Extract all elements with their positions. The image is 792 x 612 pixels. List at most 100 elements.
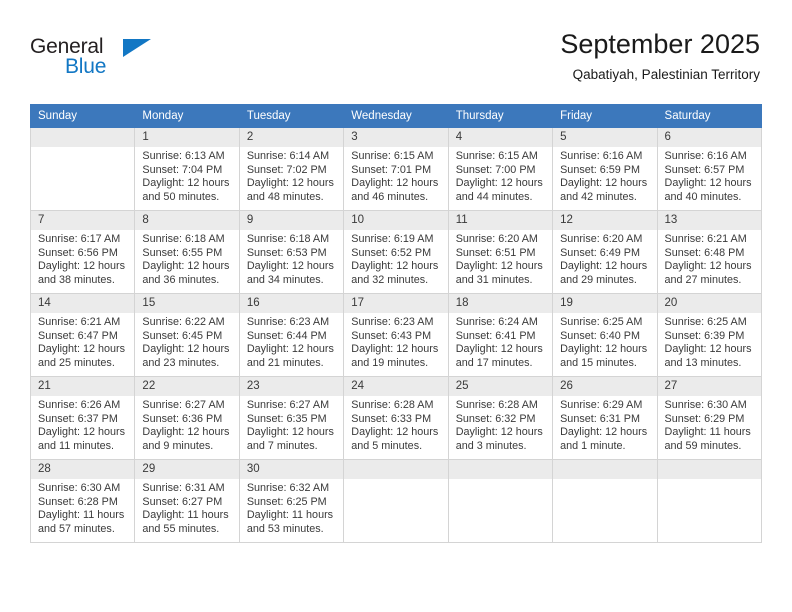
day-number: 24	[344, 377, 448, 396]
calendar-day-cell[interactable]: 26 Sunrise: 6:29 AM Sunset: 6:31 PM Dayligh…	[552, 376, 658, 460]
calendar-day-cell[interactable]: 6 Sunrise: 6:16 AM Sunset: 6:57 PM Daylight…	[656, 127, 763, 211]
calendar-day-cell[interactable]: 23 Sunrise: 6:27 AM Sunset: 6:35 PM Dayligh…	[238, 376, 345, 460]
calendar-day-cell-empty	[656, 459, 763, 543]
sunset-time: Sunset: 6:25 PM	[246, 495, 327, 508]
calendar-day-cell[interactable]: 9 Sunrise: 6:18 AM Sunset: 6:53 PM Daylight…	[238, 210, 345, 294]
daylight-duration-line2: and 5 minutes.	[351, 439, 423, 452]
sunset-time: Sunset: 6:33 PM	[351, 412, 432, 425]
sunrise-time: Sunrise: 6:16 AM	[664, 150, 747, 162]
day-number: 17	[344, 294, 448, 313]
day-details: Sunrise: 6:25 AM Sunset: 6:39 PM Daylight:…	[658, 313, 761, 370]
calendar-day-cell[interactable]: 8 Sunrise: 6:18 AM Sunset: 6:55 PM Daylight…	[134, 210, 240, 294]
sunset-time: Sunset: 6:53 PM	[246, 246, 327, 259]
day-details: Sunrise: 6:13 AM Sunset: 7:04 PM Daylight:…	[135, 147, 238, 204]
calendar-day-cell[interactable]: 1 Sunrise: 6:13 AM Sunset: 7:04 PM Daylight…	[134, 127, 240, 211]
day-details: Sunrise: 6:30 AM Sunset: 6:29 PM Daylight:…	[658, 396, 761, 453]
calendar-day-cell-empty	[29, 127, 136, 211]
calendar-day-cell[interactable]: 15 Sunrise: 6:22 AM Sunset: 6:45 PM Dayligh…	[134, 293, 240, 377]
sunrise-time: Sunrise: 6:18 AM	[142, 233, 225, 245]
day-details: Sunrise: 6:31 AM Sunset: 6:27 PM Daylight:…	[135, 479, 238, 536]
day-number: 18	[448, 294, 553, 313]
location-subtitle: Qabatiyah, Palestinian Territory	[572, 67, 760, 82]
sunset-time: Sunset: 6:27 PM	[142, 495, 223, 508]
sunset-time: Sunset: 6:32 PM	[455, 412, 536, 425]
weekday-header-saturday: Saturday	[656, 104, 763, 128]
sunset-time: Sunset: 6:51 PM	[455, 246, 536, 259]
calendar-day-cell[interactable]: 7 Sunrise: 6:17 AM Sunset: 6:56 PM Daylight…	[29, 210, 136, 294]
calendar-day-cell[interactable]: 4 Sunrise: 6:15 AM Sunset: 7:00 PM Daylight…	[447, 127, 554, 211]
sunrise-time: Sunrise: 6:27 AM	[142, 399, 225, 411]
calendar-day-cell[interactable]: 30 Sunrise: 6:32 AM Sunset: 6:25 PM Dayligh…	[238, 459, 345, 543]
calendar-week-row: 21 Sunrise: 6:26 AM Sunset: 6:37 PM Dayligh…	[29, 376, 763, 460]
calendar-day-cell[interactable]: 21 Sunrise: 6:26 AM Sunset: 6:37 PM Dayligh…	[29, 376, 136, 460]
sunrise-time: Sunrise: 6:25 AM	[664, 316, 747, 328]
calendar-day-cell[interactable]: 10 Sunrise: 6:19 AM Sunset: 6:52 PM Dayligh…	[343, 210, 449, 294]
day-number: 13	[657, 211, 761, 230]
daylight-duration-line1: Daylight: 11 hours	[142, 509, 229, 522]
sunrise-time: Sunrise: 6:23 AM	[351, 316, 434, 328]
day-details: Sunrise: 6:27 AM Sunset: 6:36 PM Daylight:…	[135, 396, 238, 453]
daylight-duration-line2: and 1 minute.	[560, 439, 626, 452]
calendar-day-cell-empty	[447, 459, 554, 543]
calendar-day-cell[interactable]: 29 Sunrise: 6:31 AM Sunset: 6:27 PM Dayligh…	[134, 459, 240, 543]
daylight-duration-line2: and 46 minutes.	[351, 190, 429, 203]
day-details: Sunrise: 6:22 AM Sunset: 6:45 PM Daylight:…	[135, 313, 238, 370]
sunrise-time: Sunrise: 6:14 AM	[246, 150, 330, 162]
sunrise-time: Sunrise: 6:20 AM	[455, 233, 538, 245]
daylight-duration-line1: Daylight: 12 hours	[351, 260, 439, 273]
day-number: 11	[448, 211, 553, 230]
calendar-day-cell[interactable]: 5 Sunrise: 6:16 AM Sunset: 6:59 PM Daylight…	[552, 127, 658, 211]
calendar-header-row: Sunday Monday Tuesday Wednesday Thursday…	[29, 104, 763, 128]
weekday-header-sunday: Sunday	[29, 104, 136, 128]
calendar-day-cell[interactable]: 18 Sunrise: 6:24 AM Sunset: 6:41 PM Dayligh…	[447, 293, 554, 377]
sunset-time: Sunset: 6:49 PM	[560, 246, 640, 259]
calendar-day-cell[interactable]: 13 Sunrise: 6:21 AM Sunset: 6:48 PM Dayligh…	[656, 210, 763, 294]
calendar-day-cell[interactable]: 27 Sunrise: 6:30 AM Sunset: 6:29 PM Dayligh…	[656, 376, 763, 460]
calendar-day-cell-empty	[343, 459, 449, 543]
daylight-duration-line2: and 53 minutes.	[246, 522, 324, 535]
calendar-day-cell[interactable]: 14 Sunrise: 6:21 AM Sunset: 6:47 PM Dayligh…	[29, 293, 136, 377]
daylight-duration-line2: and 38 minutes.	[38, 273, 115, 286]
sunset-time: Sunset: 6:56 PM	[38, 246, 118, 259]
calendar-day-cell[interactable]: 3 Sunrise: 6:15 AM Sunset: 7:01 PM Daylight…	[343, 127, 449, 211]
calendar-day-cell[interactable]: 16 Sunrise: 6:23 AM Sunset: 6:44 PM Dayligh…	[238, 293, 345, 377]
day-number: 16	[239, 294, 344, 313]
daylight-duration-line1: Daylight: 12 hours	[142, 177, 230, 190]
daylight-duration-line2: and 48 minutes.	[246, 190, 324, 203]
daylight-duration-line2: and 7 minutes.	[246, 439, 318, 452]
calendar-day-cell[interactable]: 25 Sunrise: 6:28 AM Sunset: 6:32 PM Dayligh…	[447, 376, 554, 460]
day-details: Sunrise: 6:18 AM Sunset: 6:55 PM Daylight:…	[135, 230, 238, 287]
day-details: Sunrise: 6:21 AM Sunset: 6:48 PM Daylight:…	[658, 230, 761, 287]
calendar-week-row: 28 Sunrise: 6:30 AM Sunset: 6:28 PM Dayligh…	[29, 459, 763, 543]
page-title: September 2025	[560, 29, 760, 59]
calendar-day-cell[interactable]: 24 Sunrise: 6:28 AM Sunset: 6:33 PM Dayligh…	[343, 376, 449, 460]
calendar-day-cell[interactable]: 2 Sunrise: 6:14 AM Sunset: 7:02 PM Daylight…	[238, 127, 345, 211]
general-blue-logo[interactable]: General Blue	[30, 36, 160, 82]
sunset-time: Sunset: 6:57 PM	[664, 163, 745, 176]
calendar-day-cell[interactable]: 28 Sunrise: 6:30 AM Sunset: 6:28 PM Dayligh…	[29, 459, 136, 543]
day-details: Sunrise: 6:15 AM Sunset: 7:01 PM Daylight:…	[344, 147, 447, 204]
daylight-duration-line1: Daylight: 11 hours	[664, 426, 751, 439]
day-details: Sunrise: 6:23 AM Sunset: 6:43 PM Daylight:…	[344, 313, 447, 370]
calendar-day-cell[interactable]: 19 Sunrise: 6:25 AM Sunset: 6:40 PM Dayligh…	[552, 293, 658, 377]
daylight-duration-line1: Daylight: 12 hours	[246, 426, 334, 439]
daylight-duration-line2: and 17 minutes.	[455, 356, 533, 369]
sunrise-time: Sunrise: 6:17 AM	[38, 233, 121, 245]
calendar-day-cell[interactable]: 17 Sunrise: 6:23 AM Sunset: 6:43 PM Dayligh…	[343, 293, 449, 377]
calendar-day-cell[interactable]: 22 Sunrise: 6:27 AM Sunset: 6:36 PM Dayligh…	[134, 376, 240, 460]
sunset-time: Sunset: 6:43 PM	[351, 329, 432, 342]
day-number	[448, 460, 553, 479]
day-details: Sunrise: 6:15 AM Sunset: 7:00 PM Daylight:…	[449, 147, 552, 204]
calendar-day-cell[interactable]: 12 Sunrise: 6:20 AM Sunset: 6:49 PM Dayligh…	[552, 210, 658, 294]
daylight-duration-line1: Daylight: 12 hours	[246, 177, 334, 190]
calendar-day-cell[interactable]: 11 Sunrise: 6:20 AM Sunset: 6:51 PM Dayligh…	[447, 210, 554, 294]
day-number: 28	[31, 460, 135, 479]
day-number: 27	[657, 377, 761, 396]
daylight-duration-line1: Daylight: 12 hours	[560, 426, 648, 439]
daylight-duration-line1: Daylight: 12 hours	[246, 343, 334, 356]
day-details: Sunrise: 6:24 AM Sunset: 6:41 PM Daylight:…	[449, 313, 552, 370]
daylight-duration-line2: and 23 minutes.	[142, 356, 220, 369]
calendar-day-cell[interactable]: 20 Sunrise: 6:25 AM Sunset: 6:39 PM Dayligh…	[656, 293, 763, 377]
day-number	[31, 128, 135, 147]
day-details: Sunrise: 6:20 AM Sunset: 6:49 PM Daylight:…	[553, 230, 656, 287]
